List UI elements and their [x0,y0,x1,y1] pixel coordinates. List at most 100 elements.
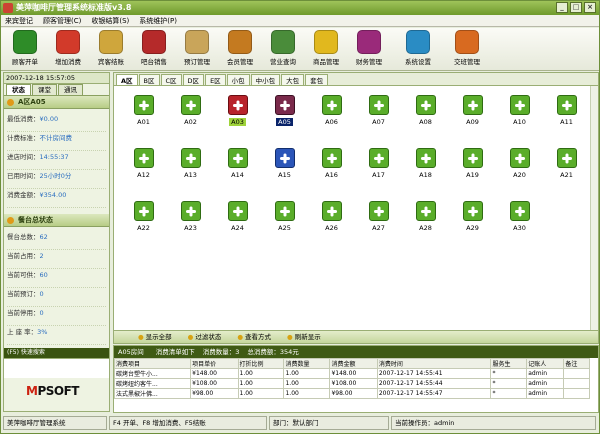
table-a14[interactable]: A14 [214,143,261,196]
area-tab[interactable]: C区 [160,74,182,85]
table-a10[interactable]: A10 [496,90,543,143]
order-row[interactable]: 碳烤台塑牛小... ¥148.00 1.00 1.00 ¥148.00 2007-12-1… [113,368,590,379]
menu-checkin[interactable]: 来宾登记 [5,15,33,26]
info-label: 进店时间： [7,153,40,161]
table-label: A05 [276,118,293,126]
close-button[interactable]: × [584,2,596,13]
order-cell: 碳烤纽约客牛... [113,378,192,389]
order-count: 消费数量：3 [202,348,240,356]
order-column-header[interactable]: 打折比例 [237,358,285,369]
area-tab[interactable]: A区 [116,74,138,85]
vertical-scrollbar[interactable] [590,86,598,341]
tab-comm[interactable]: 通讯 [58,84,83,95]
table-a30[interactable]: A30 [496,196,543,249]
table-a18[interactable]: A18 [402,143,449,196]
table-label: A08 [419,118,432,126]
refresh-button[interactable]: 刷新显示 [287,331,321,343]
table-grid: A01 A02 A03 A05 A06 A07 A08 A09 A10 A11 A12 A13 A14 A… [114,86,590,335]
filter-status-button[interactable]: 过滤状态 [188,331,221,343]
area-tab[interactable]: E区 [205,74,226,85]
table-a23[interactable]: A23 [167,196,214,249]
toolbar-button-10[interactable]: 交班管理 [447,28,487,70]
toolbar-button-9[interactable]: 系统设置 [398,28,438,70]
order-column-header[interactable]: 服务生 [490,358,528,369]
table-a21[interactable]: A21 [543,143,590,196]
minimize-button[interactable]: _ [556,2,568,13]
table-a01[interactable]: A01 [120,90,167,143]
table-a28[interactable]: A28 [402,196,449,249]
info-value: 60 [39,271,48,279]
table-a02[interactable]: A02 [167,90,214,143]
table-a17[interactable]: A17 [355,143,402,196]
table-a22[interactable]: A22 [120,196,167,249]
toolbar-button-1[interactable]: 增加消费 [48,28,88,70]
table-a09[interactable]: A09 [449,90,496,143]
show-all-button[interactable]: 显示全部 [138,331,172,343]
table-a20[interactable]: A20 [496,143,543,196]
toolbar-button-3[interactable]: 吧台销售 [134,28,174,70]
table-a08[interactable]: A08 [402,90,449,143]
table-a26[interactable]: A26 [308,196,355,249]
table-a19[interactable]: A19 [449,143,496,196]
info-label: 当前可供： [7,271,40,279]
order-row[interactable]: 碳烤纽约客牛... ¥108.00 1.00 1.00 ¥108.00 2007-12-1… [113,378,590,389]
table-a07[interactable]: A07 [355,90,402,143]
area-tab[interactable]: 套包 [305,74,329,85]
table-a15[interactable]: A15 [261,143,308,196]
menu-customer[interactable]: 顾客管理(C) [43,15,81,26]
maximize-button[interactable]: □ [570,2,582,13]
table-label: A07 [372,118,385,126]
order-cell: * [490,368,528,379]
table-icon [415,201,436,221]
tab-class[interactable]: 课堂 [32,84,57,95]
toolbar-button-6[interactable]: 营业查询 [263,28,303,70]
order-column-header[interactable]: 备注 [563,358,590,369]
info-value: 14:55:37 [39,153,69,161]
order-column-header[interactable]: 消费时间 [376,358,492,369]
toolbar-button-4[interactable]: 预订管理 [177,28,217,70]
area-tab[interactable]: 大包 [281,74,305,85]
table-a25[interactable]: A25 [261,196,308,249]
area-tab[interactable]: B区 [138,74,160,85]
table-a16[interactable]: A16 [308,143,355,196]
toolbar-button-5[interactable]: 会员管理 [220,28,260,70]
table-a12[interactable]: A12 [120,143,167,196]
order-column-header[interactable]: 消费项目 [113,358,192,369]
info-label: 计费标准： [7,134,40,142]
table-icon [180,201,201,221]
order-column-header[interactable]: 项目单价 [190,358,239,369]
view-mode-button[interactable]: 查看方式 [237,331,271,343]
area-tab[interactable]: 中小包 [250,74,281,85]
table-a27[interactable]: A27 [355,196,402,249]
order-column-header[interactable]: 消费数量 [283,358,331,369]
table-icon [556,148,577,168]
menu-system[interactable]: 系统维护(P) [139,15,177,26]
toolbar-button-2[interactable]: 宾客结账 [91,28,131,70]
order-column-header[interactable]: 记账人 [526,358,565,369]
tab-status[interactable]: 状态 [6,84,31,95]
order-row[interactable]: 法式黑椒汁佛... ¥98.00 1.00 1.00 ¥98.00 2007-12-17 … [113,388,590,399]
table-a11[interactable]: A11 [543,90,590,143]
table-a29[interactable]: A29 [449,196,496,249]
table-a13[interactable]: A13 [167,143,214,196]
order-cell: 1.00 [283,368,331,379]
toolbar-button-0[interactable]: 顾客开单 [5,28,45,70]
order-column-header[interactable]: 消费金额 [329,358,378,369]
area-tab[interactable]: 小包 [226,74,250,85]
info-label: 消费金额： [7,191,40,199]
toolbar-button-8[interactable]: 财务管理 [349,28,389,70]
toolbar-label: 商品管理 [313,58,339,66]
menu-cashier[interactable]: 收银结算(S) [91,15,129,26]
area-tab[interactable]: D区 [182,74,205,85]
table-a24[interactable]: A24 [214,196,261,249]
info-row: 计费标准：不计房间费 [7,132,106,151]
info-row: 已用时间：25小时0分 [7,170,106,189]
table-label: A03 [229,118,246,126]
toolbar-button-7[interactable]: 商品管理 [306,28,346,70]
quick-search-input[interactable] [4,358,109,378]
table-a05[interactable]: A05 [261,90,308,143]
table-a06[interactable]: A06 [308,90,355,143]
order-cell: 1.00 [283,388,331,399]
table-a03[interactable]: A03 [214,90,261,143]
table-label: A25 [278,224,291,232]
